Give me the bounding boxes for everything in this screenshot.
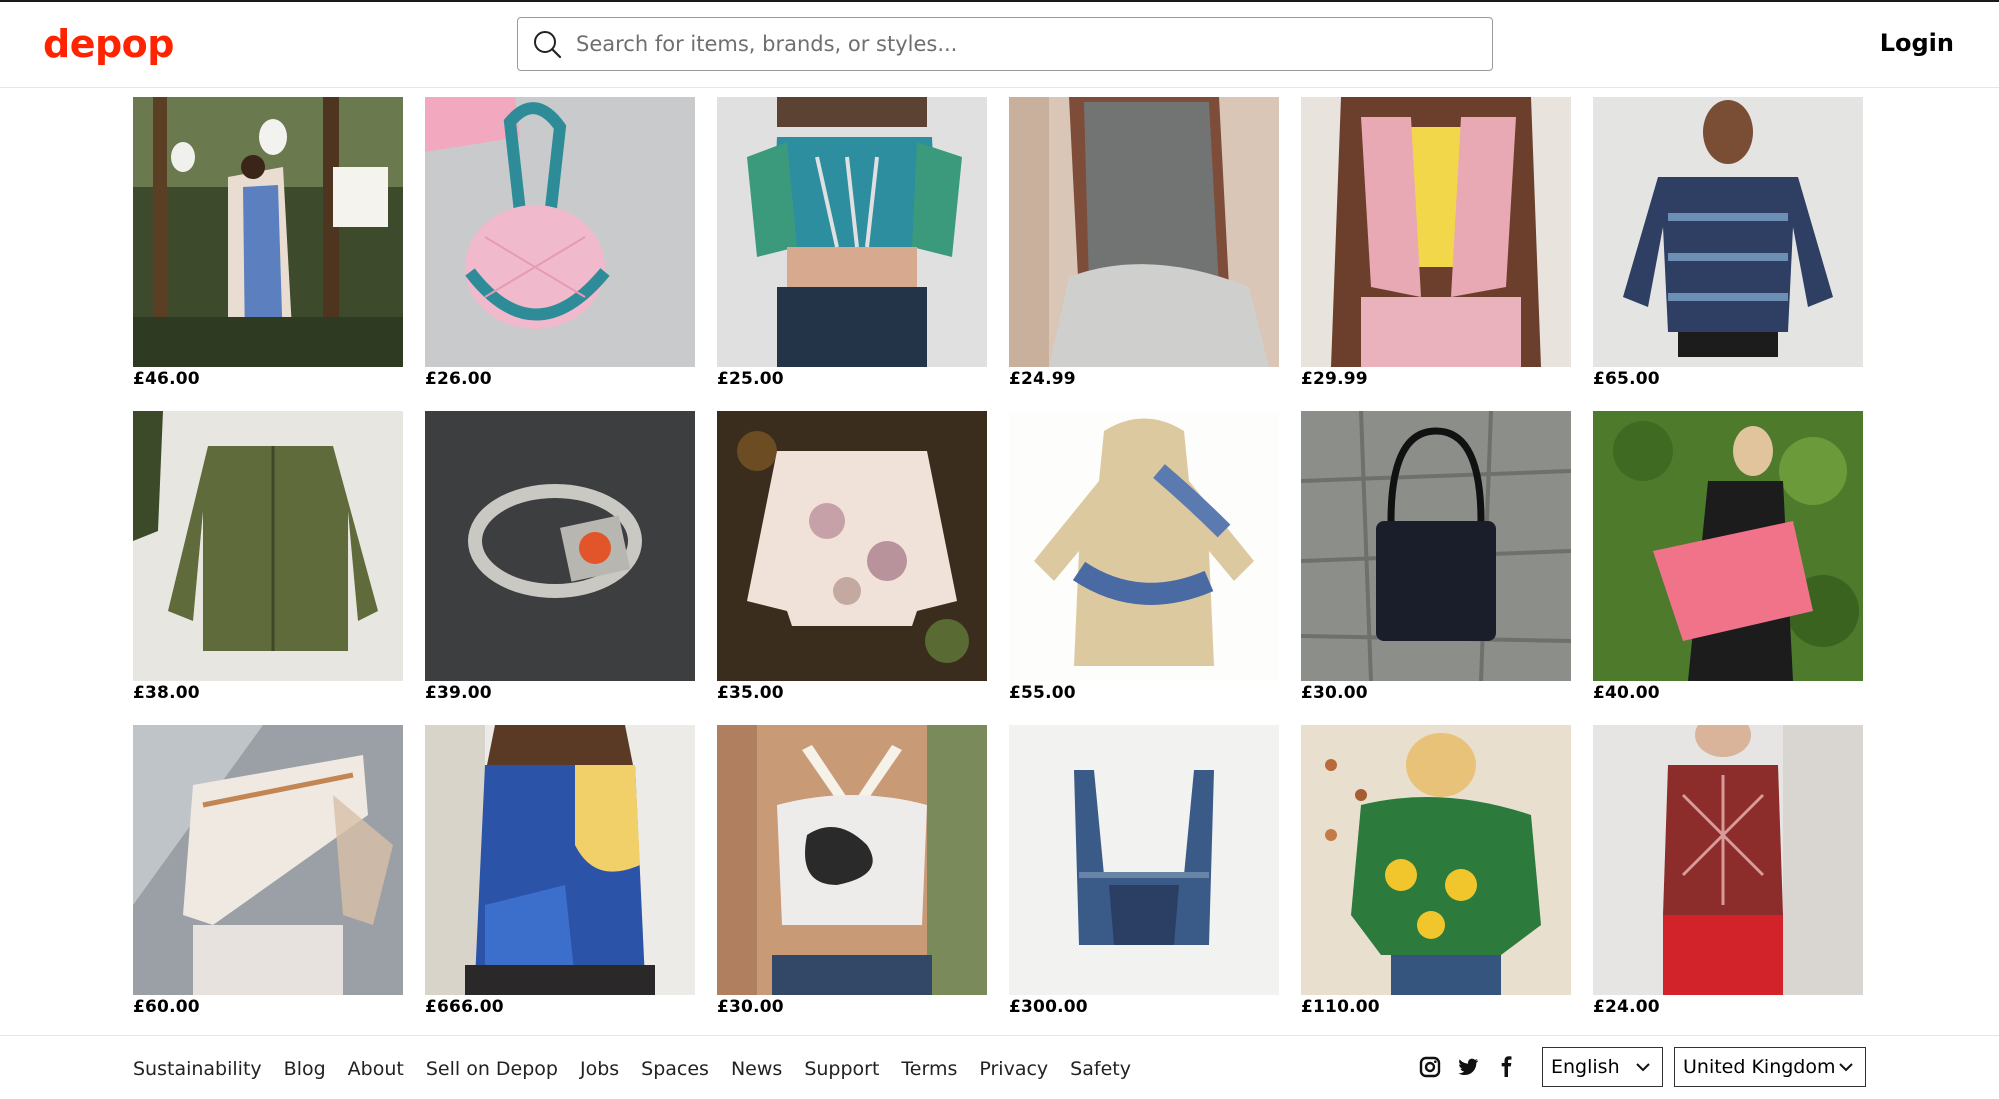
chevron-down-icon xyxy=(1839,1063,1853,1072)
product-image[interactable] xyxy=(1009,97,1279,367)
site-footer: Sustainability Blog About Sell on Depop … xyxy=(0,1035,1999,1099)
product-image[interactable] xyxy=(425,411,695,681)
depop-logo[interactable]: depop xyxy=(43,22,174,66)
footer-link-news[interactable]: News xyxy=(731,1058,782,1080)
product-price: £26.00 xyxy=(425,369,492,389)
product-price: £40.00 xyxy=(1593,683,1660,703)
product-card[interactable]: £110.00 xyxy=(1301,725,1571,1017)
product-price: £30.00 xyxy=(717,997,784,1017)
product-image[interactable] xyxy=(1301,97,1571,367)
product-card[interactable]: £666.00 xyxy=(425,725,695,1017)
footer-link-safety[interactable]: Safety xyxy=(1070,1058,1131,1080)
product-card[interactable]: £30.00 xyxy=(1301,411,1571,703)
product-image[interactable] xyxy=(133,411,403,681)
language-select-value: English xyxy=(1551,1056,1620,1078)
language-select[interactable]: English xyxy=(1542,1047,1663,1087)
footer-links: Sustainability Blog About Sell on Depop … xyxy=(133,1058,1153,1080)
product-image[interactable] xyxy=(1593,97,1863,367)
footer-link-sustainability[interactable]: Sustainability xyxy=(133,1058,262,1080)
country-select-value: United Kingdom xyxy=(1683,1056,1836,1078)
product-image[interactable] xyxy=(1009,725,1279,995)
product-card[interactable]: £24.00 xyxy=(1593,725,1863,1017)
footer-link-support[interactable]: Support xyxy=(804,1058,879,1080)
product-card[interactable]: £55.00 xyxy=(1009,411,1279,703)
product-price: £110.00 xyxy=(1301,997,1380,1017)
product-price: £39.00 xyxy=(425,683,492,703)
product-card[interactable]: £300.00 xyxy=(1009,725,1279,1017)
product-price: £55.00 xyxy=(1009,683,1076,703)
product-image[interactable] xyxy=(133,97,403,367)
product-card[interactable]: £35.00 xyxy=(717,411,987,703)
product-card[interactable]: £46.00 xyxy=(133,97,403,389)
search-bar[interactable] xyxy=(517,17,1493,71)
product-image[interactable] xyxy=(1009,411,1279,681)
product-price: £666.00 xyxy=(425,997,504,1017)
product-image[interactable] xyxy=(133,725,403,995)
product-image[interactable] xyxy=(1593,725,1863,995)
product-card[interactable]: £39.00 xyxy=(425,411,695,703)
product-price: £46.00 xyxy=(133,369,200,389)
product-card[interactable]: £30.00 xyxy=(717,725,987,1017)
product-image[interactable] xyxy=(425,97,695,367)
product-image[interactable] xyxy=(717,97,987,367)
footer-link-spaces[interactable]: Spaces xyxy=(641,1058,709,1080)
social-links xyxy=(1418,1055,1518,1079)
country-select[interactable]: United Kingdom xyxy=(1674,1047,1866,1087)
product-card[interactable]: £26.00 xyxy=(425,97,695,389)
search-input[interactable] xyxy=(574,19,1492,69)
product-image[interactable] xyxy=(717,411,987,681)
product-price: £65.00 xyxy=(1593,369,1660,389)
product-image[interactable] xyxy=(717,725,987,995)
product-price: £24.99 xyxy=(1009,369,1076,389)
product-image[interactable] xyxy=(1593,411,1863,681)
product-image[interactable] xyxy=(425,725,695,995)
product-card[interactable]: £65.00 xyxy=(1593,97,1863,389)
product-price: £29.99 xyxy=(1301,369,1368,389)
site-header: depop Login xyxy=(0,2,1999,88)
product-price: £35.00 xyxy=(717,683,784,703)
footer-link-privacy[interactable]: Privacy xyxy=(979,1058,1048,1080)
product-price: £60.00 xyxy=(133,997,200,1017)
product-price: £25.00 xyxy=(717,369,784,389)
footer-link-sell-on-depop[interactable]: Sell on Depop xyxy=(426,1058,558,1080)
footer-link-blog[interactable]: Blog xyxy=(284,1058,326,1080)
facebook-icon[interactable] xyxy=(1494,1055,1518,1079)
product-card[interactable]: £29.99 xyxy=(1301,97,1571,389)
product-price: £24.00 xyxy=(1593,997,1660,1017)
instagram-icon[interactable] xyxy=(1418,1055,1442,1079)
product-price: £30.00 xyxy=(1301,683,1368,703)
product-card[interactable]: £40.00 xyxy=(1593,411,1863,703)
chevron-down-icon xyxy=(1636,1063,1650,1072)
product-price: £38.00 xyxy=(133,683,200,703)
footer-link-terms[interactable]: Terms xyxy=(901,1058,957,1080)
product-image[interactable] xyxy=(1301,725,1571,995)
product-price: £300.00 xyxy=(1009,997,1088,1017)
product-card[interactable]: £24.99 xyxy=(1009,97,1279,389)
product-image[interactable] xyxy=(1301,411,1571,681)
twitter-icon[interactable] xyxy=(1456,1055,1480,1079)
product-card[interactable]: £60.00 xyxy=(133,725,403,1017)
search-icon xyxy=(534,31,562,59)
login-button[interactable]: Login xyxy=(1880,29,1954,57)
footer-link-about[interactable]: About xyxy=(348,1058,404,1080)
footer-link-jobs[interactable]: Jobs xyxy=(580,1058,619,1080)
product-card[interactable]: £38.00 xyxy=(133,411,403,703)
product-card[interactable]: £25.00 xyxy=(717,97,987,389)
